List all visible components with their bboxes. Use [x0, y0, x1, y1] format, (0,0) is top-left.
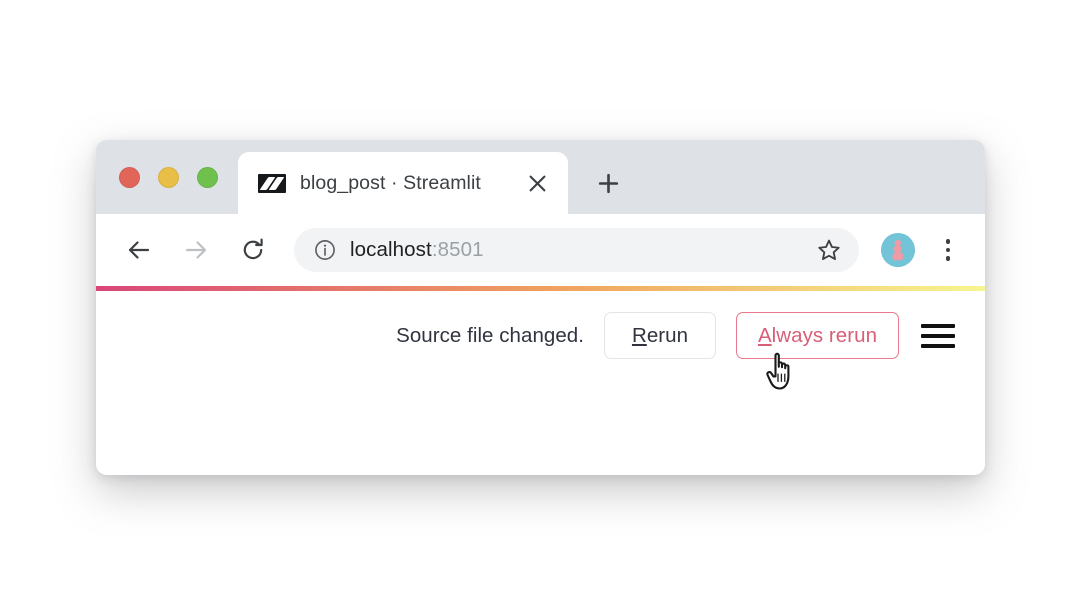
- url-port: :8501: [432, 238, 484, 261]
- three-dots-vertical-icon[interactable]: [929, 229, 967, 271]
- rerun-button-label: erun: [647, 324, 688, 348]
- always-rerun-button-accesskey: A: [758, 324, 772, 348]
- profile-avatar[interactable]: [881, 233, 915, 267]
- url-host: localhost: [350, 238, 432, 261]
- always-rerun-button-label: lways rerun: [772, 324, 877, 348]
- streamlit-status-toolbar: Source file changed. Rerun Always rerun: [96, 291, 985, 359]
- close-tab-icon[interactable]: [520, 166, 554, 200]
- rerun-button-accesskey: R: [632, 324, 647, 348]
- window-close-button[interactable]: [119, 167, 140, 188]
- browser-tab-blog-post[interactable]: blog_post · Streamlit: [238, 152, 568, 214]
- window-maximize-button[interactable]: [197, 167, 218, 188]
- window-minimize-button[interactable]: [158, 167, 179, 188]
- new-tab-button[interactable]: [588, 163, 628, 203]
- browser-tab-strip: blog_post · Streamlit: [96, 140, 985, 214]
- status-message: Source file changed.: [396, 324, 584, 348]
- address-bar-url[interactable]: localhost:8501: [350, 238, 803, 262]
- star-icon[interactable]: [809, 230, 849, 270]
- back-button[interactable]: [118, 229, 160, 271]
- hamburger-menu-icon[interactable]: [921, 319, 955, 353]
- streamlit-app-content: Source file changed. Rerun Always rerun: [96, 286, 985, 475]
- address-bar[interactable]: localhost:8501: [294, 228, 859, 272]
- forward-button: [175, 229, 217, 271]
- browser-window: blog_post · Streamlit: [96, 140, 985, 475]
- browser-toolbar: localhost:8501: [96, 214, 985, 286]
- always-rerun-button[interactable]: Always rerun: [736, 312, 899, 359]
- reload-button[interactable]: [232, 229, 274, 271]
- streamlit-favicon-icon: [258, 174, 286, 193]
- rerun-button[interactable]: Rerun: [604, 312, 716, 359]
- browser-tab-title: blog_post · Streamlit: [300, 172, 520, 195]
- info-circle-icon[interactable]: [314, 239, 336, 261]
- window-traffic-lights: [96, 140, 238, 214]
